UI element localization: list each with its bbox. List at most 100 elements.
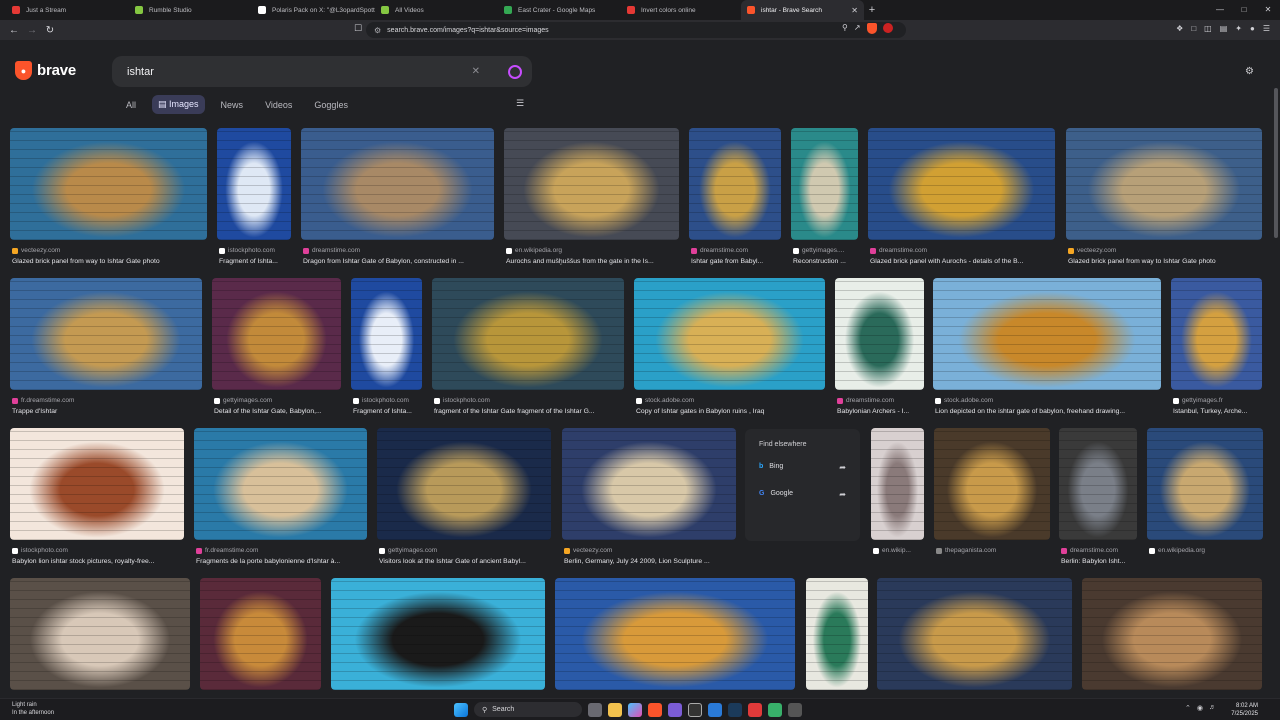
app-icon[interactable] <box>788 702 802 717</box>
steam-icon[interactable] <box>728 702 742 717</box>
image-result[interactable]: dreamstime.com Ishtar gate from Babyl... <box>689 128 781 280</box>
result-thumbnail[interactable] <box>934 428 1050 540</box>
result-source[interactable]: vecteezy.com <box>12 247 60 254</box>
result-thumbnail[interactable] <box>10 128 207 240</box>
result-source[interactable]: gettyimages.... <box>793 247 844 254</box>
result-thumbnail[interactable] <box>1059 428 1137 540</box>
image-result[interactable]: dreamstime.com Berlin: Babylon Isht... <box>1059 428 1137 580</box>
reload-icon[interactable]: ↻ <box>42 25 58 36</box>
result-thumbnail[interactable] <box>10 578 190 690</box>
result-source[interactable]: istockphoto.com <box>12 547 68 554</box>
image-result[interactable] <box>331 578 545 698</box>
taskbar-search[interactable]: ⚲ Search <box>474 702 582 717</box>
browser-tab[interactable]: Rumble Studio <box>129 0 252 20</box>
result-thumbnail[interactable] <box>432 278 624 390</box>
volume-icon[interactable]: ♬ <box>1209 704 1216 712</box>
result-source[interactable]: vecteezy.com <box>1068 247 1116 254</box>
result-thumbnail[interactable] <box>1066 128 1262 240</box>
result-source[interactable]: istockphoto.com <box>353 397 409 404</box>
image-result[interactable] <box>1082 578 1262 698</box>
bookmark-icon[interactable]: ☐ <box>354 23 362 34</box>
find-on-google[interactable]: G Google <box>759 490 793 497</box>
result-thumbnail[interactable] <box>351 278 422 390</box>
back-icon[interactable]: ← <box>6 25 22 36</box>
browser-tab[interactable]: Polaris Pack on X: "@L3opardSpott3... <box>252 0 375 20</box>
bing-share-icon[interactable]: ➦ <box>839 463 846 472</box>
chevron-up-icon[interactable]: ⌃ <box>1185 704 1191 712</box>
result-thumbnail[interactable] <box>835 278 924 390</box>
result-source[interactable]: fr.dreamstime.com <box>196 547 258 554</box>
obs-icon[interactable] <box>688 702 702 717</box>
result-thumbnail[interactable] <box>555 578 795 690</box>
result-thumbnail[interactable] <box>504 128 679 240</box>
tab-all[interactable]: All <box>120 96 142 114</box>
browser-tab[interactable]: ishtar - Brave Search ✕ <box>741 0 864 20</box>
result-source[interactable]: en.wikipedia.org <box>506 247 562 254</box>
result-thumbnail[interactable] <box>301 128 494 240</box>
image-result[interactable]: en.wikipedia.org <box>1147 428 1263 580</box>
image-result[interactable]: istockphoto.com fragment of the Ishtar Ga… <box>432 278 624 430</box>
image-result[interactable]: vecteezy.com Glazed brick panel from way … <box>1066 128 1262 280</box>
result-source[interactable]: stock.adobe.com <box>935 397 993 404</box>
result-thumbnail[interactable] <box>331 578 545 690</box>
result-thumbnail[interactable] <box>377 428 551 540</box>
result-title[interactable]: Trappe d'Ishtar <box>12 408 208 415</box>
result-thumbnail[interactable] <box>871 428 924 540</box>
image-result[interactable]: fr.dreamstime.com Fragments de la porte b… <box>194 428 367 580</box>
brave-logo[interactable]: ● brave <box>15 61 76 80</box>
result-title[interactable]: Aurochs and mušḫuššus from the gate in t… <box>506 258 685 265</box>
tab-goggles[interactable]: Goggles <box>308 96 354 114</box>
image-result[interactable] <box>10 578 190 698</box>
result-title[interactable]: Detail of the Ishtar Gate, Babylon,... <box>214 408 347 415</box>
result-title[interactable]: Fragment of Ishta... <box>219 258 297 265</box>
result-thumbnail[interactable] <box>1147 428 1263 540</box>
result-source[interactable]: en.wikipedia.org <box>1149 547 1205 554</box>
result-title[interactable]: Glazed brick panel with Aurochs - detail… <box>870 258 1061 265</box>
leo-icon[interactable]: ✦ <box>1235 24 1242 33</box>
result-title[interactable]: Glazed brick panel from way to Ishtar Ga… <box>1068 258 1268 265</box>
maximize-icon[interactable]: □ <box>1232 0 1256 20</box>
new-tab-button[interactable]: + <box>862 0 882 20</box>
image-result[interactable]: en.wikip... <box>871 428 924 580</box>
profile-icon[interactable]: ● <box>1250 24 1255 33</box>
brave-taskbar-icon[interactable] <box>648 702 662 717</box>
result-thumbnail[interactable] <box>877 578 1072 690</box>
result-thumbnail[interactable] <box>10 278 202 390</box>
image-result[interactable] <box>877 578 1072 698</box>
result-title[interactable]: Glazed brick panel from way to Ishtar Ga… <box>12 258 213 265</box>
result-title[interactable]: Ishtar gate from Babyl... <box>691 258 787 265</box>
address-bar[interactable]: ⚙ search.brave.com/images?q=ishtar&sourc… <box>366 22 906 38</box>
result-source[interactable]: dreamstime.com <box>691 247 748 254</box>
image-result[interactable] <box>200 578 321 698</box>
image-result[interactable]: dreamstime.com Dragon from Ishtar Gate of… <box>301 128 494 280</box>
find-on-bing[interactable]: b Bing <box>759 463 783 470</box>
image-result[interactable]: istockphoto.com Fragment of Ishta... <box>351 278 422 430</box>
brave-shields-icon[interactable] <box>866 23 877 34</box>
image-result[interactable]: istockphoto.com Fragment of Ishta... <box>217 128 291 280</box>
weather-widget[interactable]: Light rain In the afternoon <box>12 701 54 717</box>
image-result[interactable]: fr.dreamstime.com Trappe d'Ishtar <box>10 278 202 430</box>
image-result[interactable]: dreamstime.com Glazed brick panel with Au… <box>868 128 1055 280</box>
result-source[interactable]: vecteezy.com <box>564 547 612 554</box>
image-result[interactable] <box>806 578 868 698</box>
tab-news[interactable]: News <box>215 96 250 114</box>
result-source[interactable]: gettyimages.fr <box>1173 397 1223 404</box>
brave-rewards-icon[interactable] <box>882 23 893 33</box>
settings-gear-icon[interactable]: ⚙ <box>1245 66 1254 77</box>
result-thumbnail[interactable] <box>1171 278 1262 390</box>
start-icon[interactable] <box>454 702 468 717</box>
zoom-icon[interactable]: ⚲ <box>842 23 848 34</box>
result-source[interactable]: istockphoto.com <box>219 247 275 254</box>
task-view-icon[interactable] <box>588 702 602 717</box>
result-source[interactable]: dreamstime.com <box>870 247 927 254</box>
app-icon[interactable] <box>748 702 762 717</box>
result-thumbnail[interactable] <box>217 128 291 240</box>
clock[interactable]: 8:02 AM 7/25/2025 <box>1231 702 1258 718</box>
forward-icon[interactable]: → <box>24 25 40 36</box>
result-thumbnail[interactable] <box>689 128 781 240</box>
menu-icon[interactable]: ☰ <box>1263 24 1270 33</box>
image-result[interactable]: stock.adobe.com Copy of Ishtar gates in B… <box>634 278 825 430</box>
result-thumbnail[interactable] <box>1082 578 1262 690</box>
result-source[interactable]: istockphoto.com <box>434 397 490 404</box>
extension-icon[interactable]: ❖ <box>1176 24 1183 33</box>
